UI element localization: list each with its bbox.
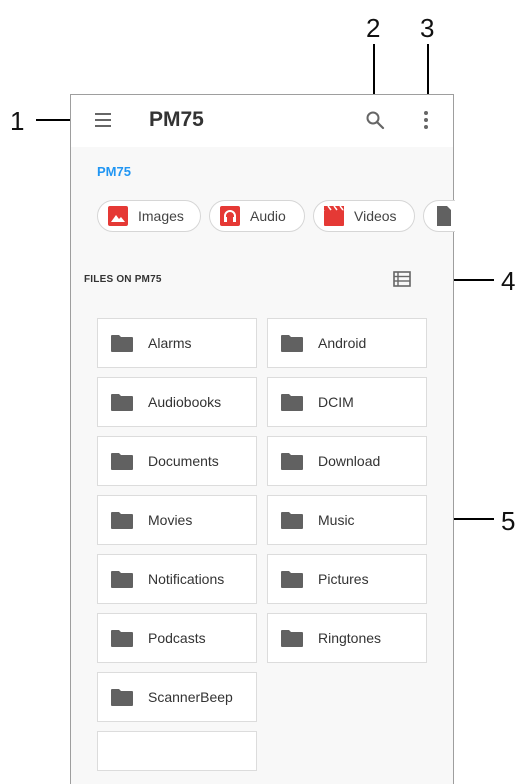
folder-ringtones[interactable]: Ringtones [267, 613, 427, 663]
folder-name: Audiobooks [148, 394, 222, 410]
folder-partial[interactable] [97, 731, 257, 771]
callout-1: 1 [10, 106, 25, 136]
folder-icon [281, 512, 303, 529]
folder-name: Music [318, 512, 355, 528]
folder-documents[interactable]: Documents [97, 436, 257, 486]
callout-2: 2 [366, 13, 381, 43]
folder-download[interactable]: Download [267, 436, 427, 486]
folder-name: Movies [148, 512, 193, 528]
chip-images[interactable]: Images [97, 200, 201, 232]
list-view-icon[interactable] [393, 271, 411, 287]
folder-name: ScannerBeep [148, 689, 233, 705]
folder-icon [281, 453, 303, 470]
folder-icon [111, 335, 133, 352]
folder-icon [281, 394, 303, 411]
chip-videos[interactable]: Videos [313, 200, 415, 232]
hamburger-menu-icon[interactable] [93, 111, 113, 129]
callout-4: 4 [501, 266, 516, 296]
breadcrumb[interactable]: PM75 [97, 164, 131, 179]
folder-name: Android [318, 335, 367, 351]
headphones-icon [220, 206, 240, 226]
category-chips: Images Audio Videos [97, 200, 455, 234]
page-title: PM75 [149, 108, 204, 131]
content-area: PM75 Images Audio Videos FILES ON PM75 A… [71, 147, 455, 784]
folder-icon [111, 689, 133, 706]
folder-music[interactable]: Music [267, 495, 427, 545]
search-icon[interactable] [364, 109, 386, 131]
folder-name: Alarms [148, 335, 192, 351]
folder-icon [111, 571, 133, 588]
image-icon [108, 206, 128, 226]
folder-icon [281, 335, 303, 352]
folder-audiobooks[interactable]: Audiobooks [97, 377, 257, 427]
folder-alarms[interactable]: Alarms [97, 318, 257, 368]
folder-icon [111, 630, 133, 647]
more-vert-icon[interactable] [422, 109, 430, 131]
folder-icon [111, 512, 133, 529]
folder-icon [281, 630, 303, 647]
folder-icon [281, 571, 303, 588]
movie-icon [324, 206, 344, 226]
folder-name: Podcasts [148, 630, 206, 646]
document-icon [437, 206, 451, 226]
folder-name: DCIM [318, 394, 354, 410]
folder-movies[interactable]: Movies [97, 495, 257, 545]
chip-documents[interactable] [423, 200, 455, 232]
folder-scannerbeep[interactable]: ScannerBeep [97, 672, 257, 722]
chip-label: Videos [354, 208, 397, 224]
phone-screen: PM75 PM75 Images Audio Videos FILES ON P… [70, 94, 455, 784]
folder-pictures[interactable]: Pictures [267, 554, 427, 604]
callout-5: 5 [501, 506, 516, 536]
folder-icon [111, 394, 133, 411]
folder-name: Ringtones [318, 630, 382, 646]
app-bar: PM75 [71, 95, 453, 148]
folder-dcim[interactable]: DCIM [267, 377, 427, 427]
chip-label: Audio [250, 208, 286, 224]
folder-name: Documents [148, 453, 219, 469]
folder-notifications[interactable]: Notifications [97, 554, 257, 604]
folder-android[interactable]: Android [267, 318, 427, 368]
callout-3: 3 [420, 13, 435, 43]
folder-name: Notifications [148, 571, 225, 587]
folder-icon [111, 453, 133, 470]
folder-podcasts[interactable]: Podcasts [97, 613, 257, 663]
folder-name: Pictures [318, 571, 369, 587]
chip-label: Images [138, 208, 184, 224]
section-label: FILES ON PM75 [84, 274, 162, 285]
folder-name: Download [318, 453, 381, 469]
chip-audio[interactable]: Audio [209, 200, 305, 232]
